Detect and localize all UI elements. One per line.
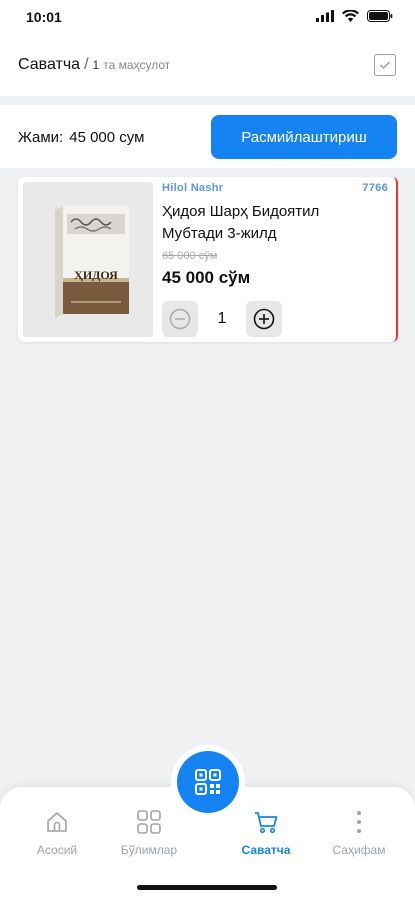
select-all-checkbox[interactable] — [374, 54, 396, 76]
total-bar: Жами: 45 000 сум Расмийлаштириш — [0, 105, 415, 168]
total-label: Жами: — [18, 129, 64, 146]
total-summary: Жами: 45 000 сум — [18, 129, 144, 146]
book-cover-title: ҲИДОЯ — [74, 268, 118, 282]
total-amount: 45 000 сум — [69, 129, 145, 146]
battery-icon — [367, 10, 393, 22]
qr-code-icon — [195, 769, 221, 795]
more-vertical-icon — [357, 811, 361, 833]
nav-label-home: Асосий — [36, 843, 78, 857]
page-title-text: Саватча — [18, 56, 81, 73]
status-time: 10:01 — [26, 9, 62, 25]
status-icons — [316, 10, 393, 22]
publisher-name: Hilol Nashr — [162, 182, 224, 194]
nav-label-profile: Саҳифам — [332, 843, 386, 857]
qr-scan-button[interactable] — [177, 751, 239, 813]
page-title: Саватча/1 та маҳсулот — [18, 56, 170, 74]
nav-item-cart[interactable]: Саватча — [221, 807, 311, 857]
product-title[interactable]: Ҳидоя Шарҳ Бидоятил Мубтади 3-жилд — [162, 201, 362, 245]
plus-circle-icon — [253, 308, 275, 330]
nav-label-cart: Саватча — [241, 843, 291, 857]
minus-circle-icon — [169, 308, 191, 330]
nav-item-categories[interactable]: Бўлимлар — [104, 807, 194, 857]
status-bar: 10:01 — [0, 0, 415, 34]
cart-item[interactable]: ҲИДОЯ Hilol Nashr 7766 Ҳидоя Шарҳ Бидоят… — [18, 177, 398, 342]
item-count: 1 — [92, 58, 100, 72]
signal-icon — [316, 10, 334, 22]
cart-icon — [255, 812, 278, 834]
wifi-icon — [342, 10, 359, 22]
header: Саватча/1 та маҳсулот — [0, 34, 415, 96]
nav-item-home[interactable]: Асосий — [12, 807, 102, 857]
title-separator: / — [84, 56, 89, 73]
nav-item-profile[interactable]: Саҳифам — [314, 807, 404, 857]
quantity-value: 1 — [217, 310, 227, 327]
check-icon — [379, 61, 391, 70]
increase-quantity-button[interactable] — [246, 301, 282, 337]
old-price: 65 000 сўм — [162, 250, 218, 262]
home-icon — [47, 812, 67, 832]
home-indicator — [137, 885, 277, 890]
product-image[interactable]: ҲИДОЯ — [23, 182, 153, 337]
decrease-quantity-button[interactable] — [162, 301, 198, 337]
current-price: 45 000 сўм — [162, 268, 251, 287]
item-code: 7766 — [362, 182, 388, 194]
item-count-unit: та маҳсулот — [103, 58, 171, 72]
book-cover-illustration — [23, 182, 153, 337]
nav-label-categories: Бўлимлар — [120, 843, 178, 857]
grid-icon — [137, 810, 161, 834]
checkout-button[interactable]: Расмийлаштириш — [211, 115, 397, 159]
